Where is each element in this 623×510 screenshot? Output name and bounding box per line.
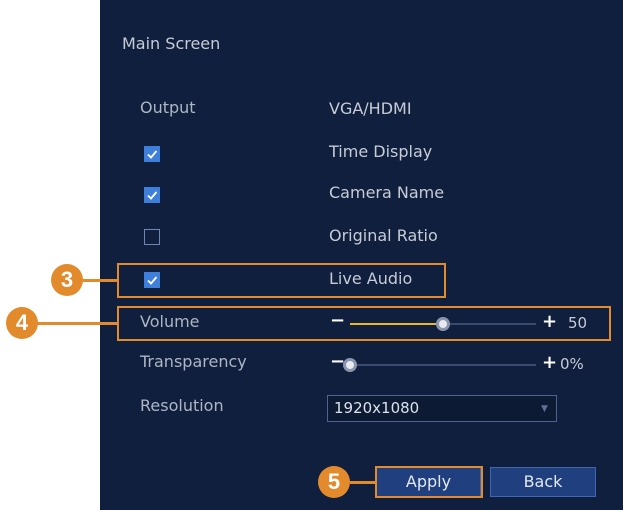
check-icon <box>147 150 158 159</box>
transparency-increase-button[interactable]: + <box>542 353 557 373</box>
callout-4-leader <box>36 322 118 325</box>
callout-3: 3 <box>51 264 83 296</box>
callout-5-leader <box>350 481 376 484</box>
volume-highlight <box>117 306 611 341</box>
transparency-value: 0% <box>560 355 584 373</box>
check-icon <box>147 191 158 200</box>
transparency-slider-handle[interactable] <box>343 358 357 372</box>
chevron-down-icon: ▼ <box>541 404 548 414</box>
camera-name-checkbox[interactable] <box>144 187 160 203</box>
output-value: VGA/HDMI <box>329 99 412 118</box>
callout-4: 4 <box>6 307 38 339</box>
page-title: Main Screen <box>122 34 221 53</box>
transparency-slider-track[interactable] <box>350 364 536 366</box>
original-ratio-checkbox[interactable] <box>144 229 160 245</box>
settings-panel <box>100 0 623 510</box>
resolution-value: 1920x1080 <box>334 399 420 417</box>
original-ratio-label: Original Ratio <box>329 226 438 245</box>
back-button[interactable]: Back <box>490 467 596 497</box>
live-audio-highlight <box>117 263 446 298</box>
resolution-label: Resolution <box>140 396 224 415</box>
apply-highlight <box>375 466 483 498</box>
transparency-label: Transparency <box>140 352 247 371</box>
resolution-select[interactable]: 1920x1080 <box>327 395 557 422</box>
camera-name-label: Camera Name <box>329 183 445 202</box>
callout-5: 5 <box>318 466 350 498</box>
output-label: Output <box>140 98 196 117</box>
time-display-label: Time Display <box>329 142 433 161</box>
time-display-checkbox[interactable] <box>144 146 160 162</box>
callout-3-leader <box>82 279 118 282</box>
